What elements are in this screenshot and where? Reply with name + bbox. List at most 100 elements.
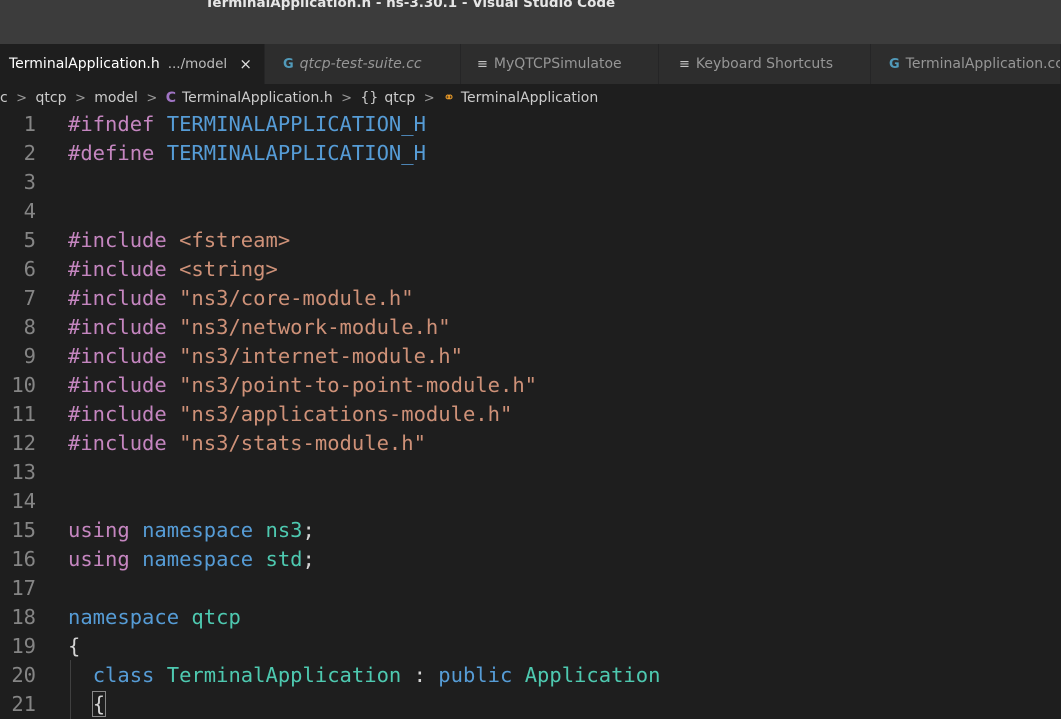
code-line[interactable]: 9 #include "ns3/internet-module.h" [0, 342, 1061, 371]
code-line[interactable]: 10 #include "ns3/point-to-point-module.h" [0, 371, 1061, 400]
code-line[interactable]: 16 using namespace std; [0, 545, 1061, 574]
code-line[interactable]: 7 #include "ns3/core-module.h" [0, 284, 1061, 313]
code-token: "ns3/network-module.h" [179, 315, 451, 339]
code-line[interactable]: 6 #include <string> [0, 255, 1061, 284]
close-icon[interactable]: × [239, 44, 252, 84]
line-number: 15 [11, 518, 36, 542]
code-token: Application [524, 663, 661, 687]
tab-terminalapplication-cc[interactable]: G TerminalApplication.cc [871, 44, 1061, 84]
tab-myqtcpsimulatoe[interactable]: ≡ MyQTCPSimulatoe [461, 44, 659, 84]
code-token: "ns3/point-to-point-module.h" [179, 373, 538, 397]
code-token: ; [302, 518, 315, 542]
line-number: 2 [23, 141, 36, 165]
code-line[interactable]: 12 #include "ns3/stats-module.h" [0, 429, 1061, 458]
code-token: namespace [68, 605, 192, 629]
tab-terminalapplication-h[interactable]: TerminalApplication.h .../model × [0, 44, 265, 84]
code-line[interactable]: 2 #define TERMINALAPPLICATION_H [0, 139, 1061, 168]
code-token: TERMINALAPPLICATION_H [166, 112, 426, 136]
chevron-right-icon: > [341, 91, 353, 106]
breadcrumb-item-model[interactable]: model [94, 86, 138, 110]
code-line[interactable]: 20 class TerminalApplication : public Ap… [0, 661, 1061, 690]
code-line[interactable]: 1 #ifndef TERMINALAPPLICATION_H [0, 110, 1061, 139]
code-text: using namespace ns3; [68, 516, 315, 545]
code-line[interactable]: 14 [0, 487, 1061, 516]
tab-qtcp-test-suite[interactable]: Gqtcp-test-suite.cc [265, 44, 461, 84]
text-file-icon: ≡ [679, 57, 690, 72]
code-text: { [68, 690, 107, 719]
code-line[interactable]: 17 [0, 574, 1061, 603]
tab-label: MyQTCPSimulatoe [493, 56, 622, 72]
code-token: #include [68, 286, 180, 310]
window-title: TerminalApplication.h - ns-3.30.1 - Visu… [205, 0, 616, 11]
code-token: #include [68, 315, 180, 339]
line-number: 8 [23, 315, 36, 339]
code-token: using [68, 518, 143, 542]
breadcrumb-file-label: TerminalApplication.h [181, 90, 333, 106]
code-token: <string> [179, 257, 278, 281]
cpp-file-icon: G [283, 57, 294, 72]
code-token: qtcp [191, 605, 241, 629]
code-line[interactable]: 21 { [0, 690, 1061, 719]
line-number: 18 [11, 605, 36, 629]
breadcrumb: c > qtcp > model > C TerminalApplication.… [0, 86, 1061, 110]
code-line[interactable]: 11 #include "ns3/applications-module.h" [0, 400, 1061, 429]
code-token: class [92, 663, 167, 687]
tab-label: TerminalApplication.cc [905, 56, 1061, 72]
line-number: 5 [23, 228, 36, 252]
code-token: #include [68, 402, 180, 426]
breadcrumb-namespace-label: qtcp [384, 90, 416, 106]
code-token: namespace [142, 547, 266, 571]
code-token: namespace [142, 518, 266, 542]
code-token: "ns3/core-module.h" [179, 286, 414, 310]
code-text: #include <fstream> [68, 226, 290, 255]
code-line[interactable]: 15 using namespace ns3; [0, 516, 1061, 545]
line-number: 6 [23, 257, 36, 281]
breadcrumb-class-label: TerminalApplication [460, 90, 599, 106]
code-text: #include "ns3/core-module.h" [68, 284, 414, 313]
breadcrumb-item-namespace[interactable]: {} qtcp [361, 86, 416, 110]
code-line[interactable]: 8 #include "ns3/network-module.h" [0, 313, 1061, 342]
code-token: #include [68, 344, 180, 368]
line-number: 17 [11, 576, 36, 600]
code-text: namespace qtcp [68, 603, 241, 632]
code-text: #include "ns3/network-module.h" [68, 313, 451, 342]
code-text: { [68, 632, 80, 661]
code-text: #include "ns3/stats-module.h" [68, 429, 426, 458]
code-token: TERMINALAPPLICATION_H [166, 141, 426, 165]
code-line[interactable]: 18 namespace qtcp [0, 603, 1061, 632]
code-token: #include [68, 373, 180, 397]
code-line[interactable]: 19 { [0, 632, 1061, 661]
code-token: ns3 [265, 518, 303, 542]
line-number: 12 [11, 431, 36, 455]
line-number: 11 [11, 402, 36, 426]
line-number: 19 [11, 634, 36, 658]
breadcrumb-item-class[interactable]: ⚭ TerminalApplication [443, 86, 598, 110]
line-number: 16 [11, 547, 36, 571]
code-token: : [401, 663, 439, 687]
code-token: ; [302, 547, 315, 571]
code-line[interactable]: 5 #include <fstream> [0, 226, 1061, 255]
code-line[interactable]: 13 [0, 458, 1061, 487]
breadcrumb-item-src[interactable]: c [0, 86, 8, 110]
line-number: 21 [11, 692, 36, 716]
cpp-file-icon: G [889, 57, 900, 72]
code-editor[interactable]: 1 #ifndef TERMINALAPPLICATION_H 2 #define T… [0, 110, 1061, 719]
code-token: "ns3/stats-module.h" [179, 431, 426, 455]
breadcrumb-item-qtcp[interactable]: qtcp [36, 86, 67, 110]
code-line[interactable]: 4 [0, 197, 1061, 226]
line-number: 1 [23, 112, 36, 136]
breadcrumb-item-file[interactable]: C TerminalApplication.h [166, 86, 333, 110]
code-token: "ns3/applications-module.h" [179, 402, 513, 426]
code-text: #define TERMINALAPPLICATION_H [68, 139, 426, 168]
code-text: #include "ns3/point-to-point-module.h" [68, 371, 537, 400]
code-line[interactable]: 3 [0, 168, 1061, 197]
title-bar: TerminalApplication.h - ns-3.30.1 - Visu… [0, 0, 1061, 45]
namespace-icon: {} [360, 90, 379, 106]
tab-keyboard-shortcuts[interactable]: ≡ Keyboard Shortcuts [659, 44, 871, 84]
line-number: 7 [23, 286, 36, 310]
text-file-icon: ≡ [477, 57, 488, 72]
editor-tab-bar: TerminalApplication.h .../model × Gqtcp-t… [0, 44, 1061, 84]
code-text: #include "ns3/applications-module.h" [68, 400, 512, 429]
line-number: 4 [23, 199, 36, 223]
